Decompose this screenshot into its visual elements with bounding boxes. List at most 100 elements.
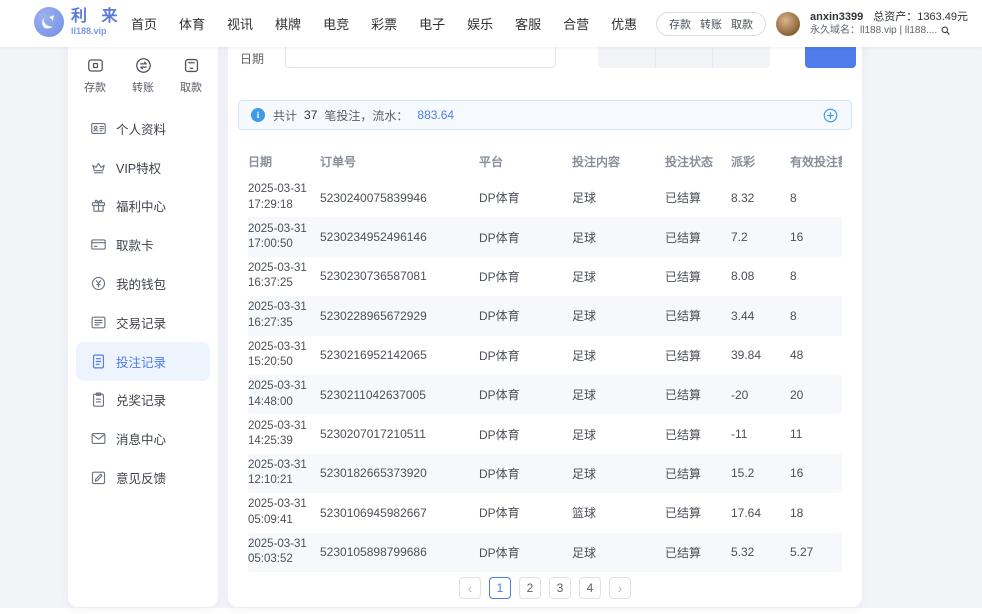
table-row: 2025-03-3116:37:25 5230230736587081 DP体育… bbox=[248, 257, 842, 296]
sidebar-item-label: 交易记录 bbox=[116, 313, 166, 332]
cell-valid: 8 bbox=[790, 191, 842, 205]
withdraw-link[interactable]: 取款 bbox=[731, 16, 753, 32]
bet-records-panel: 日期 i 共计 37 笔投注，流水： 883.64 日期 订单号 平台 投注内容… bbox=[228, 40, 862, 607]
sidebar-item-transactions[interactable]: 交易记录 bbox=[76, 303, 210, 342]
col-payout: 派彩 bbox=[731, 153, 790, 170]
quick-deposit-button[interactable]: 存款 bbox=[84, 56, 106, 95]
sidebar-item-profile[interactable]: 个人资料 bbox=[76, 109, 210, 148]
cell-order: 5230211042637005 bbox=[320, 388, 479, 402]
cell-content: 篮球 bbox=[572, 504, 665, 521]
nav-item-service[interactable]: 客服 bbox=[515, 14, 541, 33]
sidebar-item-messages[interactable]: 消息中心 bbox=[76, 419, 210, 458]
search-icon[interactable] bbox=[940, 25, 951, 36]
header-right: 存款 转账 取款 anxin3399 总资产：1363.49元 永久域名：ll1… bbox=[656, 0, 968, 47]
cell-status: 已结算 bbox=[665, 465, 731, 482]
cell-content: 足球 bbox=[572, 189, 665, 206]
cell-order: 5230106945982667 bbox=[320, 506, 479, 520]
quick-deposit-label: 存款 bbox=[84, 79, 106, 95]
brand-text: 利 来 ll188.vip bbox=[71, 9, 122, 36]
sidebar-item-redeem-records[interactable]: 兑奖记录 bbox=[76, 381, 210, 420]
sidebar-item-wallet[interactable]: 我的钱包 bbox=[76, 264, 210, 303]
cell-status: 已结算 bbox=[665, 347, 731, 364]
cell-platform: DP体育 bbox=[479, 229, 572, 246]
cell-date: 2025-03-3112:10:21 bbox=[248, 458, 320, 489]
transfer-link[interactable]: 转账 bbox=[700, 16, 722, 32]
table-row: 2025-03-3115:20:50 5230216952142065 DP体育… bbox=[248, 336, 842, 375]
expand-button[interactable] bbox=[822, 107, 839, 124]
cell-payout: 39.84 bbox=[731, 348, 790, 362]
cell-order: 5230234952496146 bbox=[320, 230, 479, 244]
table-row: 2025-03-3116:27:35 5230228965672929 DP体育… bbox=[248, 296, 842, 335]
cell-content: 足球 bbox=[572, 307, 665, 324]
nav-item-lottery[interactable]: 彩票 bbox=[371, 14, 397, 33]
cell-order: 5230216952142065 bbox=[320, 348, 479, 362]
nav-item-entertainment[interactable]: 娱乐 bbox=[467, 14, 493, 33]
cell-valid: 18 bbox=[790, 506, 842, 520]
withdraw-icon bbox=[182, 56, 201, 75]
table-row: 2025-03-3105:03:52 5230105898799686 DP体育… bbox=[248, 533, 842, 572]
wallet-icon bbox=[90, 275, 107, 292]
col-content: 投注内容 bbox=[572, 153, 665, 170]
sidebar-item-label: 兑奖记录 bbox=[116, 390, 166, 409]
nav-item-boardgames[interactable]: 棋牌 bbox=[275, 14, 301, 33]
cell-status: 已结算 bbox=[665, 229, 731, 246]
transfer-icon bbox=[134, 56, 153, 75]
nav-item-sports[interactable]: 体育 bbox=[179, 14, 205, 33]
cell-date: 2025-03-3116:27:35 bbox=[248, 300, 320, 331]
summary-bar: i 共计 37 笔投注，流水： 883.64 bbox=[238, 100, 852, 130]
date-filter-label: 日期 bbox=[240, 50, 264, 67]
redeem-icon bbox=[90, 391, 107, 408]
nav-item-promo[interactable]: 优惠 bbox=[611, 14, 637, 33]
id-card-icon bbox=[90, 120, 107, 137]
cell-status: 已结算 bbox=[665, 386, 731, 403]
table-header: 日期 订单号 平台 投注内容 投注状态 派彩 有效投注额 bbox=[248, 144, 842, 178]
avatar[interactable] bbox=[776, 12, 800, 36]
cell-payout: 17.64 bbox=[731, 506, 790, 520]
sidebar-item-feedback[interactable]: 意见反馈 bbox=[76, 458, 210, 497]
quick-withdraw-button[interactable]: 取款 bbox=[180, 56, 202, 95]
next-page-button[interactable]: › bbox=[609, 577, 631, 599]
col-platform: 平台 bbox=[479, 153, 572, 170]
sidebar-item-vip[interactable]: VIP特权 bbox=[76, 148, 210, 187]
table-row: 2025-03-3114:48:00 5230211042637005 DP体育… bbox=[248, 375, 842, 414]
quick-withdraw-label: 取款 bbox=[180, 79, 202, 95]
cell-date: 2025-03-3115:20:50 bbox=[248, 340, 320, 371]
cell-content: 足球 bbox=[572, 386, 665, 403]
nav-item-home[interactable]: 首页 bbox=[131, 14, 157, 33]
cell-platform: DP体育 bbox=[479, 189, 572, 206]
quick-transfer-button[interactable]: 转账 bbox=[132, 56, 154, 95]
cell-content: 足球 bbox=[572, 268, 665, 285]
cell-order: 5230228965672929 bbox=[320, 309, 479, 323]
nav-item-esports[interactable]: 电竞 bbox=[323, 14, 349, 33]
prev-page-button[interactable]: ‹ bbox=[459, 577, 481, 599]
sidebar-item-withdraw-card[interactable]: 取款卡 bbox=[76, 225, 210, 264]
table-body: 2025-03-3117:29:18 5230240075839946 DP体育… bbox=[248, 178, 842, 572]
deposit-link[interactable]: 存款 bbox=[669, 16, 691, 32]
cell-payout: 7.2 bbox=[731, 230, 790, 244]
cell-order: 5230240075839946 bbox=[320, 191, 479, 205]
page-button-1[interactable]: 1 bbox=[489, 577, 511, 599]
page-button-2[interactable]: 2 bbox=[519, 577, 541, 599]
brand-logo[interactable]: 利 来 ll188.vip bbox=[34, 7, 122, 37]
cell-payout: 5.32 bbox=[731, 545, 790, 559]
sidebar-item-label: 取款卡 bbox=[116, 235, 154, 254]
col-valid: 有效投注额 bbox=[790, 153, 842, 170]
brand-name: 利 来 bbox=[71, 9, 122, 25]
message-icon bbox=[90, 430, 107, 447]
nav-item-slots[interactable]: 电子 bbox=[419, 14, 445, 33]
cell-valid: 16 bbox=[790, 466, 842, 480]
page-button-4[interactable]: 4 bbox=[579, 577, 601, 599]
sidebar-item-benefits[interactable]: 福利中心 bbox=[76, 187, 210, 226]
cell-payout: 8.32 bbox=[731, 191, 790, 205]
sidebar-item-label: 消息中心 bbox=[116, 429, 166, 448]
summary-middle: 笔投注，流水： bbox=[324, 107, 408, 124]
crown-icon bbox=[90, 159, 107, 176]
cell-order: 5230105898799686 bbox=[320, 545, 479, 559]
nav-item-partner[interactable]: 合营 bbox=[563, 14, 589, 33]
sidebar-item-bet-records[interactable]: 投注记录 bbox=[76, 342, 210, 381]
brand-logo-icon bbox=[34, 7, 64, 37]
cell-status: 已结算 bbox=[665, 544, 731, 561]
nav-item-live[interactable]: 视讯 bbox=[227, 14, 253, 33]
page-button-3[interactable]: 3 bbox=[549, 577, 571, 599]
cell-platform: DP体育 bbox=[479, 504, 572, 521]
